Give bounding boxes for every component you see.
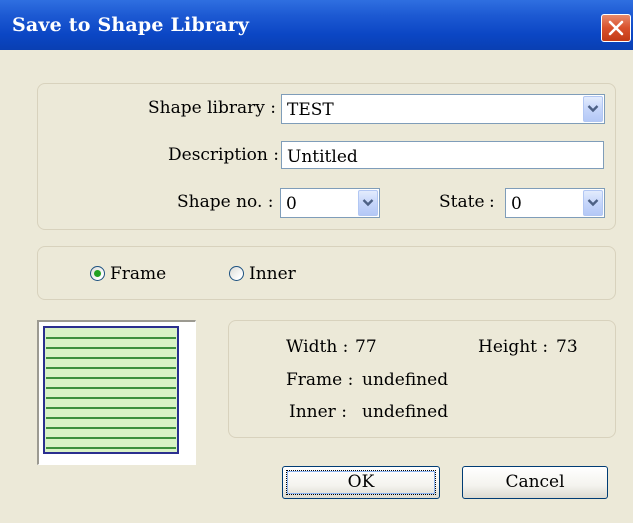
description-field[interactable]: Untitled bbox=[281, 141, 604, 169]
close-button[interactable] bbox=[601, 14, 631, 42]
state-label-colon: : bbox=[489, 192, 495, 212]
state-label: State bbox=[439, 192, 485, 212]
radio-selected-dot bbox=[94, 270, 101, 277]
ok-button-label: OK bbox=[347, 472, 375, 492]
shape-library-dropdown-button[interactable] bbox=[583, 96, 603, 122]
state-combobox[interactable]: 0 bbox=[505, 188, 605, 218]
inner-info-label: Inner : bbox=[289, 402, 347, 422]
shape-no-value: 0 bbox=[286, 194, 297, 214]
height-label: Height : bbox=[478, 337, 549, 357]
state-value: 0 bbox=[511, 194, 522, 214]
ok-button[interactable]: OK bbox=[282, 466, 440, 499]
description-label: Description : bbox=[168, 145, 279, 165]
title-bar[interactable]: Save to Shape Library bbox=[0, 0, 633, 50]
chevron-down-icon bbox=[587, 105, 599, 113]
description-value: Untitled bbox=[287, 147, 358, 167]
cancel-button[interactable]: Cancel bbox=[462, 466, 608, 499]
shape-preview-image bbox=[43, 326, 179, 454]
width-label: Width : bbox=[286, 337, 349, 357]
frame-info-label: Frame : bbox=[286, 370, 354, 390]
state-dropdown-button[interactable] bbox=[583, 190, 603, 216]
width-value: 77 bbox=[355, 337, 377, 357]
shape-no-label: Shape no. : bbox=[177, 192, 274, 212]
shape-library-value: TEST bbox=[287, 100, 334, 120]
shape-preview bbox=[37, 320, 196, 465]
inner-radio-label[interactable]: Inner bbox=[249, 264, 296, 284]
shape-no-dropdown-button[interactable] bbox=[358, 190, 378, 216]
dialog-title: Save to Shape Library bbox=[12, 14, 250, 36]
frame-radio-label[interactable]: Frame bbox=[110, 264, 166, 284]
close-icon bbox=[608, 20, 624, 36]
shape-library-label: Shape library : bbox=[148, 98, 276, 118]
height-value: 73 bbox=[556, 337, 578, 357]
shape-no-combobox[interactable]: 0 bbox=[280, 188, 380, 218]
inner-info-value: undefined bbox=[362, 402, 449, 422]
chevron-down-icon bbox=[587, 199, 599, 207]
shape-library-combobox[interactable]: TEST bbox=[281, 94, 605, 124]
frame-radio[interactable] bbox=[90, 266, 105, 281]
frame-info-value: undefined bbox=[362, 370, 449, 390]
cancel-button-label: Cancel bbox=[505, 472, 565, 492]
inner-radio[interactable] bbox=[229, 266, 244, 281]
chevron-down-icon bbox=[362, 199, 374, 207]
save-to-shape-library-dialog: Save to Shape Library Shape library : TE… bbox=[0, 0, 633, 523]
